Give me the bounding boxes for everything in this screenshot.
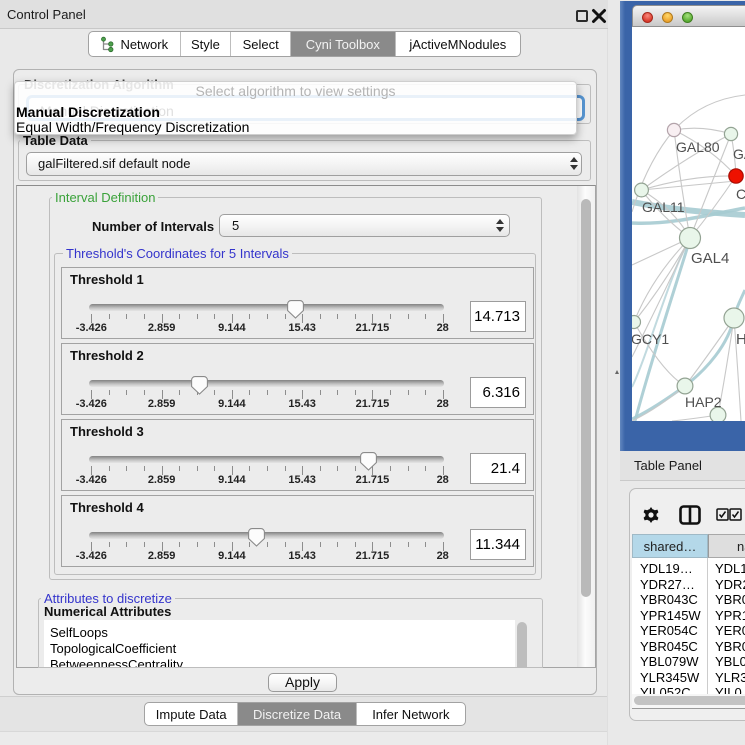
svg-text:GAL80: GAL80 bbox=[676, 139, 720, 155]
svg-text:GCY1: GCY1 bbox=[632, 331, 669, 347]
svg-text:GA: GA bbox=[733, 146, 745, 162]
svg-text:H: H bbox=[736, 331, 745, 348]
svg-text:C: C bbox=[736, 186, 745, 202]
svg-text:GAL4: GAL4 bbox=[691, 250, 729, 267]
svg-text:HAP2: HAP2 bbox=[685, 394, 722, 410]
svg-text:GAL11: GAL11 bbox=[642, 199, 685, 215]
